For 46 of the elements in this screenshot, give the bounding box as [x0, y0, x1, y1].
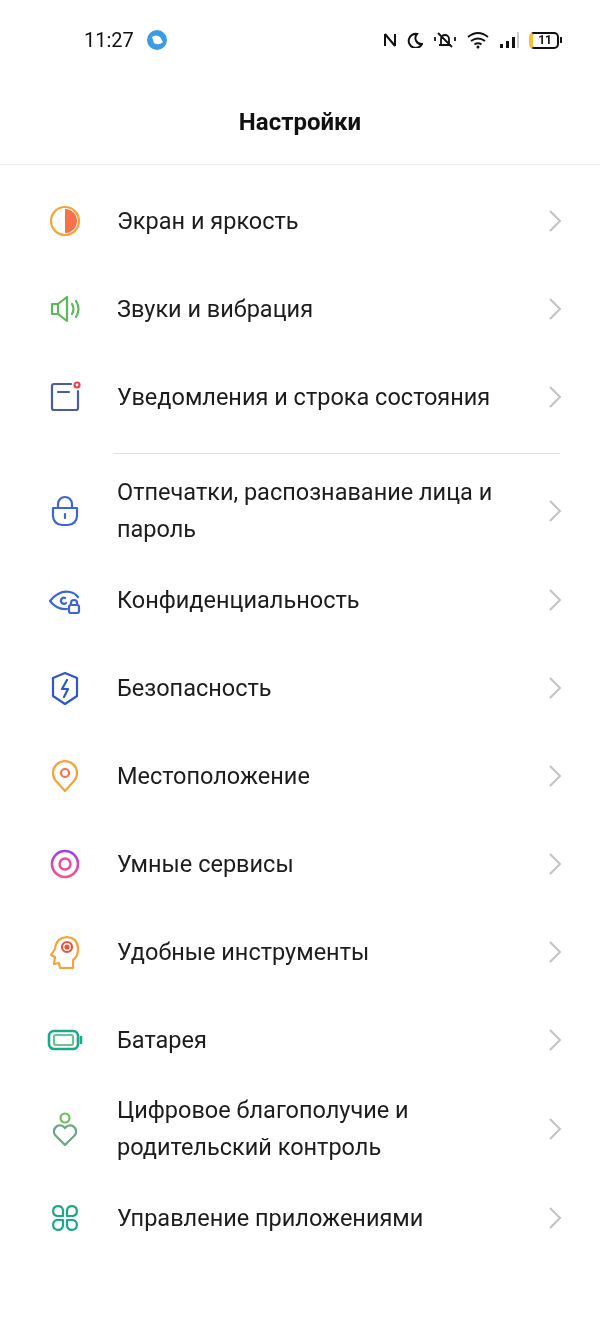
wifi-icon [467, 31, 490, 49]
settings-item[interactable]: Управление приложениями [0, 1174, 600, 1262]
settings-item[interactable]: Безопасность [0, 644, 600, 732]
signal-icon [499, 31, 520, 49]
item-label: Безопасность [117, 672, 273, 704]
item-label: Экран и яркость [117, 205, 300, 237]
chevron-icon [548, 764, 562, 788]
chevron-icon [548, 209, 562, 233]
item-label: Отпечатки, распознавание лица и пароль [117, 477, 494, 545]
settings-item[interactable]: Удобные инструменты [0, 908, 600, 996]
settings-item[interactable]: Отпечатки, распознавание лица и пароль [0, 466, 600, 556]
item-label: Цифровое благополучие и родительский контроль [117, 1095, 410, 1163]
chevron-icon [548, 676, 562, 700]
status-time: 11:27 [84, 27, 134, 54]
settings-item[interactable]: Умные сервисы [0, 820, 600, 908]
moon-icon [407, 32, 424, 48]
settings-item[interactable]: Цифровое благополучие и родительский контроль [0, 1084, 600, 1174]
settings-item[interactable]: Местоположение [0, 732, 600, 820]
item-label: Умные сервисы [117, 848, 295, 880]
chevron-icon [548, 588, 562, 612]
item-label: Местоположение [117, 760, 311, 792]
chevron-icon [548, 852, 562, 876]
settings-item[interactable]: Уведомления и строка состояния [0, 353, 600, 441]
item-label: Звуки и вибрация [117, 293, 315, 325]
item-label: Батарея [117, 1024, 208, 1056]
nfc-icon [383, 31, 398, 49]
settings-item[interactable]: Экран и яркость [0, 177, 600, 265]
half-circle-icon [47, 203, 83, 239]
app-notification-icon [145, 29, 168, 51]
chevron-icon [548, 499, 562, 523]
item-label: Управление приложениями [117, 1202, 425, 1234]
item-label: Уведомления и строка состояния [117, 381, 492, 413]
chevron-icon [548, 1117, 562, 1141]
battery-indicator: 11 [529, 31, 562, 49]
chevron-icon [548, 940, 562, 964]
settings-item[interactable]: Звуки и вибрация [0, 265, 600, 353]
chevron-icon [548, 297, 562, 321]
settings-item[interactable]: Конфиденциальность [0, 556, 600, 644]
chevron-icon [548, 1206, 562, 1230]
page-title: Настройки [238, 107, 362, 138]
item-label: Удобные инструменты [117, 936, 371, 968]
bell-muted-icon [433, 31, 458, 49]
settings-item[interactable]: Батарея [0, 996, 600, 1084]
chevron-icon [548, 1028, 562, 1052]
item-label: Конфиденциальность [117, 584, 361, 616]
chevron-icon [548, 385, 562, 409]
